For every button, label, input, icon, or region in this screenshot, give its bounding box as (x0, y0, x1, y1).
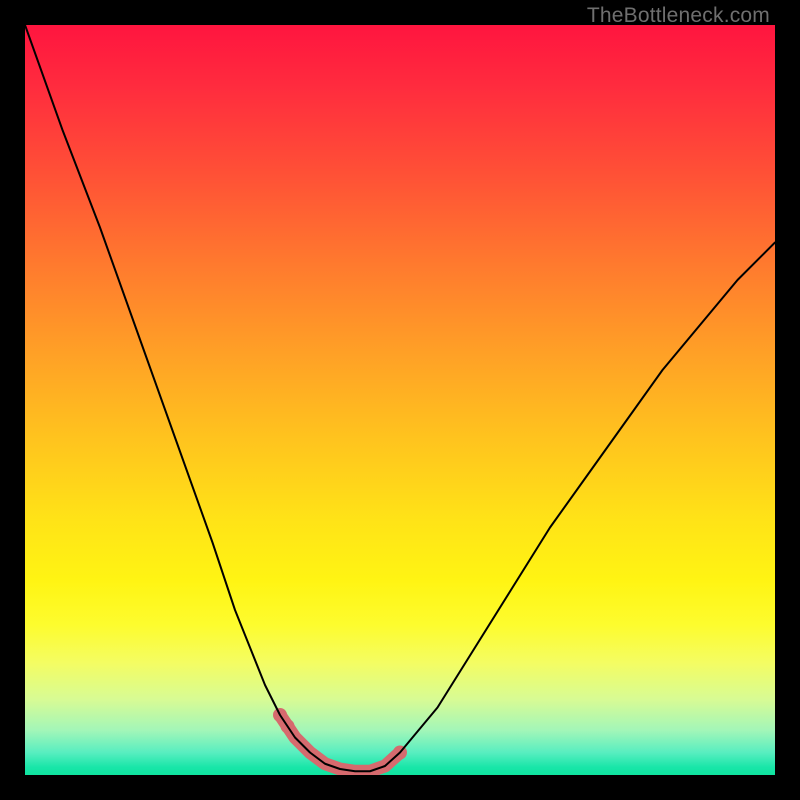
highlight-dots (273, 708, 407, 760)
watermark-text: TheBottleneck.com (587, 4, 770, 28)
main-curve (25, 25, 775, 771)
chart-svg (25, 25, 775, 775)
chart-plot-area (25, 25, 775, 775)
highlight-dot (393, 746, 407, 760)
highlight-segment (280, 715, 400, 771)
highlight-dot (273, 708, 287, 722)
chart-frame: TheBottleneck.com (0, 0, 800, 800)
highlight-dot (281, 719, 295, 733)
